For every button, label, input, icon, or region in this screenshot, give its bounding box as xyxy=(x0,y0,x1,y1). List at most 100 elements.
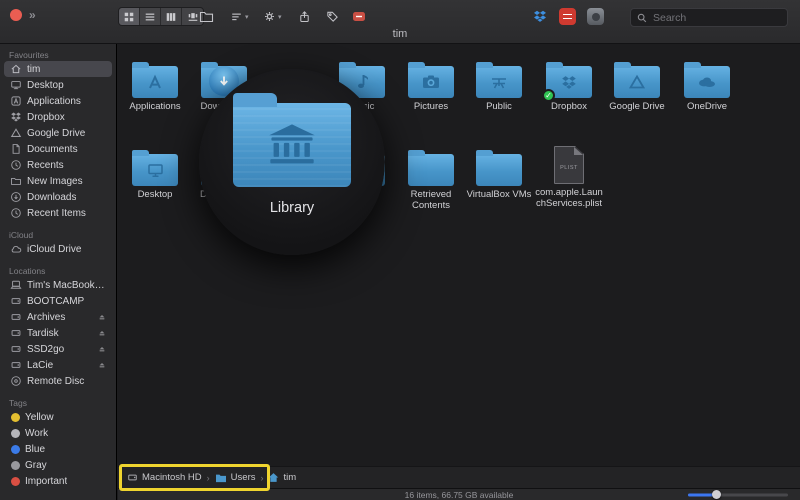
status-text: 16 items, 66.75 GB available xyxy=(405,490,514,500)
dropbox-status-icon[interactable] xyxy=(531,8,548,25)
grid-item-desktop[interactable]: Desktop xyxy=(121,146,189,201)
eject-icon[interactable] xyxy=(97,328,107,338)
sidebar-item-tardisk[interactable]: Tardisk xyxy=(4,325,112,341)
cloud-icon xyxy=(9,243,22,255)
grid-item-dropbox[interactable]: Dropbox xyxy=(535,58,603,113)
sidebar-item-recents[interactable]: Recents xyxy=(4,157,112,173)
list-view-button[interactable] xyxy=(140,8,161,25)
laptop-icon xyxy=(9,279,22,291)
eject-icon[interactable] xyxy=(97,344,107,354)
disc-icon xyxy=(9,375,22,387)
folder-library-icon[interactable] xyxy=(233,103,351,187)
sidebar-item-new-images[interactable]: New Images xyxy=(4,173,112,189)
home-icon xyxy=(9,63,22,75)
search-input[interactable] xyxy=(651,11,781,25)
status-bar: 16 items, 66.75 GB available xyxy=(118,488,800,500)
sidebar-item-downloads[interactable]: Downloads xyxy=(4,189,112,205)
sidebar-item-label: Important xyxy=(25,476,67,487)
folder-dropbox-icon xyxy=(546,66,592,98)
sidebar-section-icloud: iCloud iCloud Drive xyxy=(0,227,116,257)
sidebar-item-label: Google Drive xyxy=(27,128,85,139)
sidebar-section-favourites: Favourites tim Desktop Applications Drop… xyxy=(0,47,116,221)
icon-view-button[interactable] xyxy=(119,8,140,25)
tag-dot xyxy=(11,413,20,422)
search-icon xyxy=(637,13,647,23)
arrange-button[interactable]: ▾ xyxy=(228,7,251,26)
sidebar-item-remote-disc[interactable]: Remote Disc xyxy=(4,373,112,389)
disk-icon xyxy=(127,472,138,483)
sidebar-item-label: Work xyxy=(25,428,48,439)
window-title: tim xyxy=(0,28,800,40)
sidebar-item-lacie[interactable]: LaCie xyxy=(4,357,112,373)
grid-item-virtualbox-vms[interactable]: VirtualBox VMs xyxy=(465,146,533,201)
folder-pictures-icon xyxy=(408,66,454,98)
red-app-icon[interactable] xyxy=(559,8,576,25)
sidebar-item-recent-items[interactable]: Recent Items xyxy=(4,205,112,221)
applications-icon xyxy=(9,95,22,107)
sidebar-item-label: Downloads xyxy=(27,192,76,203)
sidebar-item-label: New Images xyxy=(27,176,83,187)
toolbar-overflow-icon[interactable]: » xyxy=(29,9,36,21)
grid-item-public[interactable]: Public xyxy=(465,58,533,113)
grid-item-onedrive[interactable]: OneDrive xyxy=(673,58,741,113)
home-folder-icon xyxy=(268,472,279,483)
action-button[interactable]: ▾ xyxy=(261,7,284,26)
titlebar: » ▾ ▾ xyxy=(0,0,800,44)
icon-size-slider[interactable] xyxy=(688,493,788,496)
new-folder-button[interactable] xyxy=(197,7,216,26)
sidebar-tag-blue[interactable]: Blue xyxy=(4,441,112,457)
sidebar-item-macbook-pro[interactable]: Tim's MacBook Pro xyxy=(4,277,112,293)
grid-item-retrieved-contents[interactable]: Retrieved Contents xyxy=(397,146,465,211)
magnifier-loupe[interactable]: Library xyxy=(199,69,385,255)
tag-dot xyxy=(11,461,20,470)
sidebar-tag-gray[interactable]: Gray xyxy=(4,457,112,473)
sidebar: Favourites tim Desktop Applications Drop… xyxy=(0,44,117,500)
sidebar-section-locations: Locations Tim's MacBook Pro BOOTCAMP Arc… xyxy=(0,263,116,389)
sidebar-item-ssd2go[interactable]: SSD2go xyxy=(4,341,112,357)
sidebar-item-label: Recents xyxy=(27,160,64,171)
sidebar-item-label: BOOTCAMP xyxy=(27,296,84,307)
grid-item-pictures[interactable]: Pictures xyxy=(397,58,465,113)
path-separator: › xyxy=(260,473,263,483)
path-segment-macintosh-hd[interactable]: Macintosh HD xyxy=(127,472,202,483)
eject-icon[interactable] xyxy=(97,360,107,370)
google-drive-icon xyxy=(9,127,22,139)
sidebar-item-bootcamp[interactable]: BOOTCAMP xyxy=(4,293,112,309)
grid-item-plist-file[interactable]: PLIST com.apple.LaunchServices.plist xyxy=(535,144,603,209)
red-toolbar-button[interactable] xyxy=(350,7,368,26)
sidebar-item-google-drive[interactable]: Google Drive xyxy=(4,125,112,141)
column-view-button[interactable] xyxy=(161,8,182,25)
sidebar-item-label: LaCie xyxy=(27,360,53,371)
clock-icon xyxy=(9,159,22,171)
plist-file-icon: PLIST xyxy=(554,146,584,184)
sidebar-tag-important[interactable]: Important xyxy=(4,473,112,489)
sidebar-item-tim[interactable]: tim xyxy=(4,61,112,77)
sidebar-tag-yellow[interactable]: Yellow xyxy=(4,409,112,425)
monitor-icon xyxy=(9,79,22,91)
tag-dot xyxy=(11,445,20,454)
chevron-down-icon: ▾ xyxy=(278,13,282,21)
sidebar-item-documents[interactable]: Documents xyxy=(4,141,112,157)
sidebar-item-icloud-drive[interactable]: iCloud Drive xyxy=(4,241,112,257)
gray-app-icon[interactable] xyxy=(587,8,604,25)
folder-onedrive-icon xyxy=(684,66,730,98)
slider-knob[interactable] xyxy=(712,490,721,499)
path-segment-users[interactable]: Users xyxy=(215,472,256,483)
section-title: Tags xyxy=(0,395,116,409)
sidebar-item-desktop[interactable]: Desktop xyxy=(4,77,112,93)
tags-button[interactable] xyxy=(324,7,341,26)
search-field[interactable] xyxy=(630,8,788,27)
eject-icon[interactable] xyxy=(97,312,107,322)
close-button[interactable] xyxy=(10,9,22,21)
sidebar-tag-work[interactable]: Work xyxy=(4,425,112,441)
path-segment-tim[interactable]: tim xyxy=(268,472,296,483)
sidebar-item-applications[interactable]: Applications xyxy=(4,93,112,109)
disk-icon xyxy=(9,343,22,355)
disk-icon xyxy=(9,359,22,371)
grid-item-google-drive[interactable]: Google Drive xyxy=(603,58,671,113)
grid-item-applications[interactable]: Applications xyxy=(121,58,189,113)
share-button[interactable] xyxy=(296,7,313,26)
finder-window: » ▾ ▾ xyxy=(0,0,800,500)
sidebar-item-archives[interactable]: Archives xyxy=(4,309,112,325)
sidebar-item-dropbox[interactable]: Dropbox xyxy=(4,109,112,125)
